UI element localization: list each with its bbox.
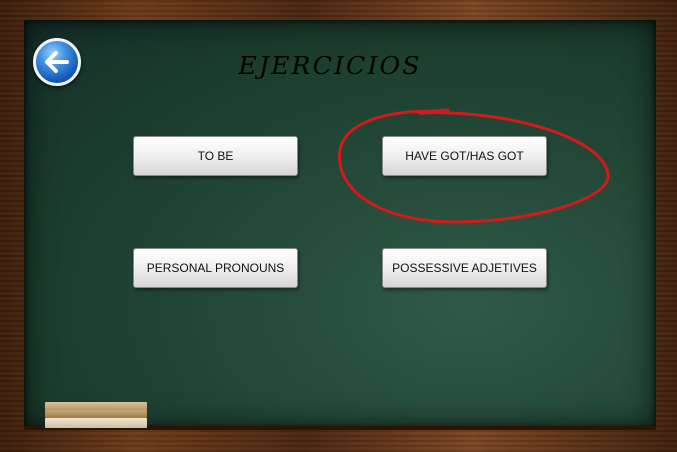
back-arrow-icon — [45, 51, 69, 73]
book — [45, 410, 147, 418]
to-be-button[interactable]: TO BE — [133, 136, 298, 176]
chalkboard — [24, 20, 656, 428]
book — [45, 402, 147, 410]
book — [45, 418, 147, 428]
possessive-adjetives-button[interactable]: POSSESSIVE ADJETIVES — [382, 248, 547, 288]
page-title: EJERCICIOS — [238, 52, 422, 80]
books-stack — [45, 402, 147, 428]
have-got-button[interactable]: HAVE GOT/HAS GOT — [382, 136, 547, 176]
back-button[interactable] — [33, 38, 81, 86]
personal-pronouns-button[interactable]: PERSONAL PRONOUNS — [133, 248, 298, 288]
